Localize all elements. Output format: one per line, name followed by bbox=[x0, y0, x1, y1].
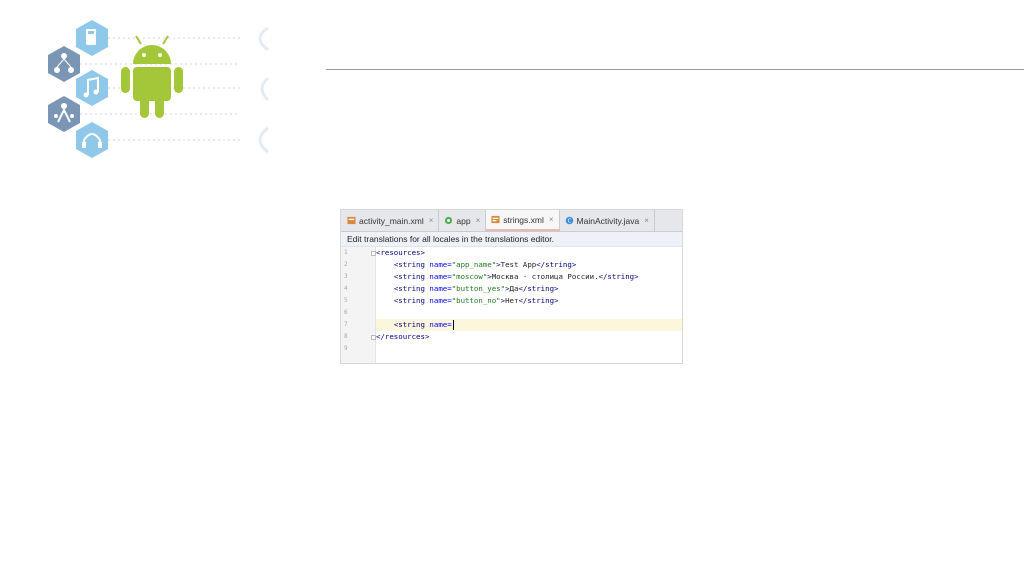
network-hex-icon bbox=[48, 46, 80, 82]
code-line: <string name="button_no">Нет</string> bbox=[376, 295, 682, 307]
xml-attr: name= bbox=[429, 272, 452, 281]
tab-close-icon[interactable]: × bbox=[549, 215, 554, 224]
line-number: 7 bbox=[344, 321, 348, 328]
xml-tag: <string bbox=[393, 320, 430, 329]
module-icon bbox=[445, 216, 453, 225]
code-line: <string name="button_yes">Да</string> bbox=[376, 283, 682, 295]
line-number: 9 bbox=[344, 345, 348, 352]
code-line-current[interactable]: <string name= bbox=[376, 319, 682, 331]
headphones-hex-icon bbox=[76, 122, 108, 158]
tab-activity-main-xml[interactable]: activity_main.xml × bbox=[342, 210, 440, 231]
xml-layout-icon bbox=[347, 216, 356, 225]
line-number-gutter: 1 2 3 4 5 6 7 8 9 bbox=[341, 247, 376, 363]
xml-text: Нет bbox=[505, 296, 519, 305]
tab-mainactivity-java[interactable]: C MainActivity.java × bbox=[560, 210, 655, 231]
line-number: 4 bbox=[344, 285, 348, 292]
xml-value: "app_name" bbox=[451, 260, 497, 269]
title-divider bbox=[326, 69, 1024, 70]
xml-tag: </string> bbox=[518, 284, 559, 293]
xml-tag: </resources> bbox=[376, 332, 430, 341]
xml-text: Москва - столица России. bbox=[491, 272, 599, 281]
code-line: <string name="moscow">Москва - столица Р… bbox=[376, 271, 682, 283]
line-number: 3 bbox=[344, 273, 348, 280]
java-class-icon: C bbox=[565, 216, 573, 225]
tab-label: MainActivity.java bbox=[576, 215, 640, 226]
xml-tag: <string bbox=[393, 272, 430, 281]
tab-close-icon[interactable]: × bbox=[476, 216, 481, 225]
tab-label: app bbox=[456, 215, 471, 226]
xml-value: "button_no" bbox=[451, 296, 501, 305]
line-number: 1 bbox=[344, 249, 348, 256]
text-caret bbox=[452, 320, 455, 330]
xml-tag: <resources> bbox=[376, 248, 425, 257]
code-line: <string name="app_name">Test App</string… bbox=[376, 259, 682, 271]
tab-close-icon[interactable]: × bbox=[429, 216, 434, 225]
xml-tag: </string> bbox=[536, 260, 577, 269]
slide-decoration bbox=[48, 20, 270, 158]
xml-attr: name= bbox=[429, 320, 452, 329]
calculator-hex-icon bbox=[76, 20, 108, 56]
xml-attr: name= bbox=[429, 296, 452, 305]
xml-tag: <string bbox=[393, 296, 430, 305]
tab-label: activity_main.xml bbox=[359, 215, 424, 226]
xml-value: "moscow" bbox=[451, 272, 488, 281]
line-number: 8 bbox=[344, 333, 348, 340]
editor-tab-bar: activity_main.xml × app × strings.xml × … bbox=[341, 210, 682, 232]
svg-text:C: C bbox=[567, 219, 571, 225]
code-editor[interactable]: 1 2 3 4 5 6 7 8 9 <resources> <string na… bbox=[341, 247, 682, 363]
xml-tag: <string bbox=[393, 284, 430, 293]
line-number: 5 bbox=[344, 297, 348, 304]
tab-label: strings.xml bbox=[503, 214, 544, 225]
xml-tag: <string bbox=[393, 260, 430, 269]
code-area[interactable]: <resources> <string name="app_name">Test… bbox=[371, 247, 682, 363]
fold-marker-icon[interactable] bbox=[371, 251, 376, 256]
xml-values-icon bbox=[491, 215, 500, 224]
music-hex-icon bbox=[76, 70, 108, 106]
tab-strings-xml[interactable]: strings.xml × bbox=[486, 210, 560, 231]
xml-attr: name= bbox=[429, 260, 452, 269]
code-line: </resources> bbox=[376, 331, 682, 343]
tab-app[interactable]: app × bbox=[439, 210, 487, 231]
translations-editor-notice[interactable]: Edit translations for all locales in the… bbox=[341, 232, 682, 247]
android-logo-icon bbox=[121, 35, 183, 118]
xml-tag: </string> bbox=[518, 296, 559, 305]
xml-attr: name= bbox=[429, 284, 452, 293]
ide-editor-window: activity_main.xml × app × strings.xml × … bbox=[340, 209, 683, 364]
xml-text: Test App bbox=[500, 260, 537, 269]
code-line: <resources> bbox=[376, 247, 682, 259]
xml-tag: </string> bbox=[598, 272, 639, 281]
people-hex-icon bbox=[48, 96, 80, 132]
xml-value: "button_yes" bbox=[451, 284, 506, 293]
fold-marker-icon[interactable] bbox=[371, 335, 376, 340]
tab-close-icon[interactable]: × bbox=[644, 216, 649, 225]
line-number: 6 bbox=[344, 309, 348, 316]
line-number: 2 bbox=[344, 261, 348, 268]
